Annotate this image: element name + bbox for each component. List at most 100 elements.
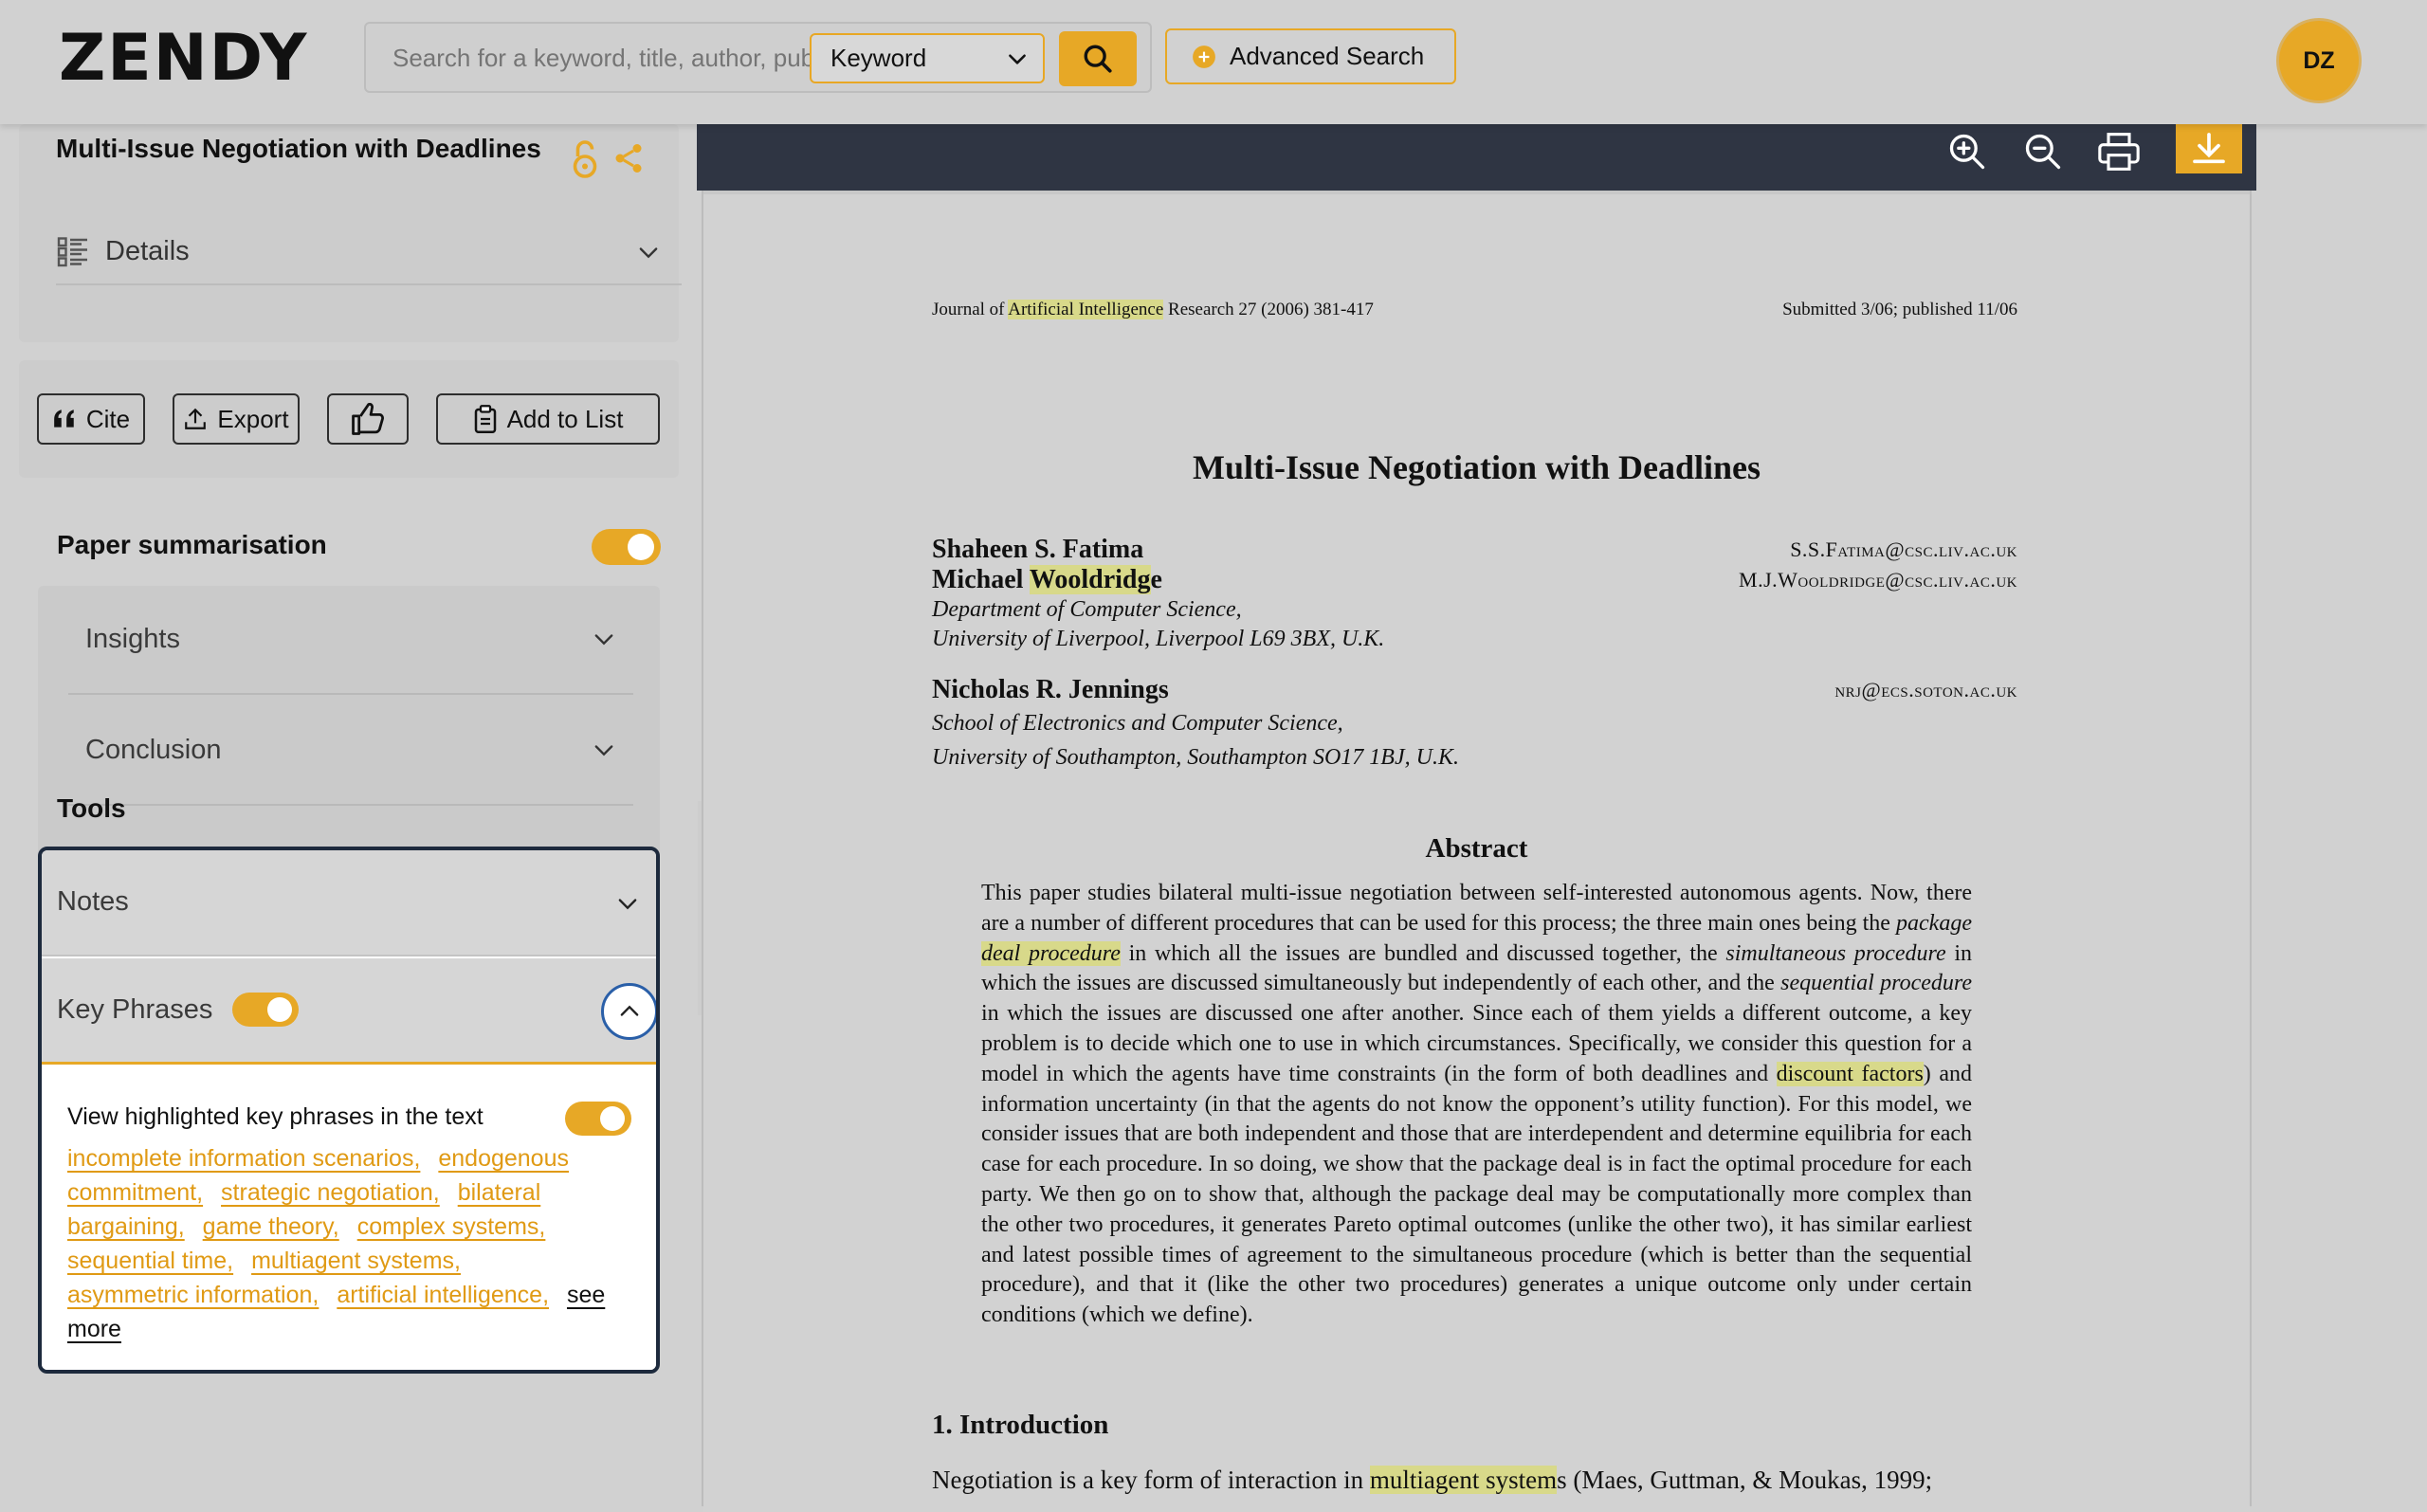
highlighted-phrase: Wooldridg	[1029, 565, 1151, 594]
abstract-italic: simultaneous procedure	[1725, 940, 1946, 966]
intro-text-part: s (Maes, Guttman, & Moukas, 1999;	[1557, 1466, 1933, 1494]
author-name: Nicholas R. Jennings	[932, 675, 1169, 704]
abstract-text: ) and information uncertainty (in that t…	[981, 1061, 1972, 1328]
key-phrases-label: Key Phrases	[57, 994, 213, 1025]
abstract-italic: sequential procedure	[1780, 971, 1972, 996]
key-phrases-panel: View highlighted key phrases in the text…	[42, 1067, 656, 1370]
thumbs-up-icon	[352, 403, 384, 435]
abstract-text: This paper studies bilateral multi-issue…	[981, 881, 1972, 936]
key-phrase-link[interactable]: incomplete information scenarios,	[67, 1145, 420, 1172]
journal-text: Journal of	[932, 300, 1009, 319]
key-phrase-link[interactable]: multiagent systems,	[251, 1248, 461, 1274]
add-to-list-label: Add to List	[506, 404, 624, 433]
conclusion-label: Conclusion	[85, 735, 222, 765]
affiliation: School of Electronics and Computer Scien…	[932, 711, 1343, 736]
cite-button[interactable]: Cite	[37, 393, 145, 445]
like-button[interactable]	[327, 393, 409, 445]
pdf-page: Journal of Artificial Intelligence Resea…	[703, 194, 2250, 1512]
author-name: Michael Wooldridge	[932, 565, 1162, 595]
details-label: Details	[105, 235, 190, 266]
viewer-toolbar	[697, 124, 2256, 191]
author-email: nrj@ecs.soton.ac.uk	[1834, 678, 2017, 701]
journal-text: Research 27 (2006) 381-417	[1163, 300, 1374, 319]
author-text: Michael	[932, 565, 1030, 594]
notes-accordion[interactable]: Notes	[42, 850, 656, 956]
chevron-down-icon	[618, 899, 637, 910]
search-type-select[interactable]: Keyword	[810, 33, 1045, 83]
highlighted-phrase: multiagent system	[1369, 1466, 1558, 1494]
clipboard-icon	[474, 405, 496, 433]
abstract-body: This paper studies bilateral multi-issue…	[981, 879, 1972, 1331]
details-accordion[interactable]: Details	[56, 219, 682, 285]
toggle-knob	[628, 534, 654, 560]
chevron-down-icon	[594, 634, 613, 646]
pdf-viewer[interactable]: Journal of Artificial Intelligence Resea…	[702, 191, 2252, 1512]
zoom-in-button[interactable]	[1941, 124, 1994, 179]
summarisation-heading: Paper summarisation	[57, 530, 327, 559]
action-card: Cite Export Add to List	[19, 360, 679, 478]
quote-icon	[54, 410, 74, 428]
author-email: M.J.Wooldridge@csc.liv.ac.uk	[1739, 568, 2017, 592]
author-text: e	[1150, 565, 1162, 594]
export-label: Export	[217, 404, 289, 433]
add-to-list-button[interactable]: Add to List	[436, 393, 660, 445]
key-phrase-link[interactable]: game theory,	[203, 1213, 339, 1240]
abstract-heading: Abstract	[1425, 833, 1528, 864]
section-heading: 1. Introduction	[932, 1410, 1109, 1440]
intro-text: Negotiation is a key form of interaction…	[932, 1466, 2022, 1495]
key-phrases-accordion[interactable]: Key Phrases	[42, 958, 656, 1065]
notes-label: Notes	[57, 886, 129, 917]
export-button[interactable]: Export	[173, 393, 300, 445]
key-phrase-link[interactable]: asymmetric information,	[67, 1282, 319, 1308]
open-access-icon	[573, 140, 597, 178]
key-phrase-link[interactable]: strategic negotiation,	[221, 1179, 440, 1206]
user-avatar[interactable]: DZ	[2279, 21, 2359, 100]
chevron-down-icon	[594, 745, 613, 756]
search-input[interactable]	[392, 35, 810, 81]
insights-label: Insights	[85, 624, 180, 654]
key-phrase-link[interactable]: artificial intelligence,	[337, 1282, 549, 1308]
key-phrase-list: incomplete information scenarios, endoge…	[67, 1141, 608, 1346]
download-button[interactable]	[2176, 124, 2242, 173]
printer-icon	[2098, 133, 2140, 171]
advanced-search-button[interactable]: Advanced Search	[1165, 28, 1456, 84]
abstract-italic: package	[1896, 910, 1972, 936]
view-highlighted-toggle[interactable]	[565, 1102, 631, 1136]
chevron-down-icon	[1009, 54, 1026, 64]
author-name: Shaheen S. Fatima	[932, 535, 1144, 564]
collapse-key-phrases-button[interactable]	[601, 983, 656, 1040]
document-title: Multi-Issue Negotiation with Deadlines	[56, 134, 541, 163]
highlighted-phrase: deal procedure	[981, 940, 1121, 966]
toggle-knob	[600, 1106, 625, 1131]
insights-accordion[interactable]: Insights	[68, 586, 633, 695]
search-button[interactable]	[1059, 31, 1137, 86]
title-card: Multi-Issue Negotiation with Deadlines D…	[19, 124, 682, 342]
print-button[interactable]	[2092, 124, 2145, 179]
view-highlighted-label: View highlighted key phrases in the text	[67, 1103, 484, 1130]
affiliation: University of Liverpool, Liverpool L69 3…	[932, 627, 1385, 651]
advanced-search-label: Advanced Search	[1230, 42, 1425, 70]
author-email: S.S.Fatima@csc.liv.ac.uk	[1790, 537, 2017, 561]
highlighted-phrase: discount factors	[1776, 1061, 1924, 1086]
key-phrase-link[interactable]: complex systems,	[357, 1213, 546, 1240]
search-icon	[1084, 45, 1112, 73]
share-icon[interactable]	[611, 141, 646, 175]
abstract-text: in which all the issues are bundled and …	[1120, 940, 1726, 966]
paper-title: Multi-Issue Negotiation with Deadlines	[1192, 448, 1761, 486]
zendy-logo[interactable]: ZENDY	[59, 21, 308, 96]
details-list-icon	[57, 237, 87, 267]
tools-heading: Tools	[57, 793, 126, 823]
search-type-value: Keyword	[830, 44, 927, 72]
top-header: ZENDY Keyword Advanced Search DZ	[0, 0, 2427, 124]
conclusion-accordion[interactable]: Conclusion	[68, 697, 633, 806]
highlighted-phrase: Artificial Intelligence	[1008, 300, 1164, 319]
key-phrase-link[interactable]: sequential time,	[67, 1248, 233, 1274]
upload-icon	[185, 408, 207, 429]
submission-dates: Submitted 3/06; published 11/06	[1782, 300, 2017, 319]
zoom-out-button[interactable]	[2016, 124, 2070, 179]
affiliation: Department of Computer Science,	[932, 597, 1242, 622]
intro-text-part: Negotiation is a key form of interaction…	[932, 1466, 1370, 1494]
key-phrases-toggle[interactable]	[232, 993, 299, 1027]
summarisation-toggle[interactable]	[592, 529, 661, 565]
cite-label: Cite	[85, 404, 131, 433]
